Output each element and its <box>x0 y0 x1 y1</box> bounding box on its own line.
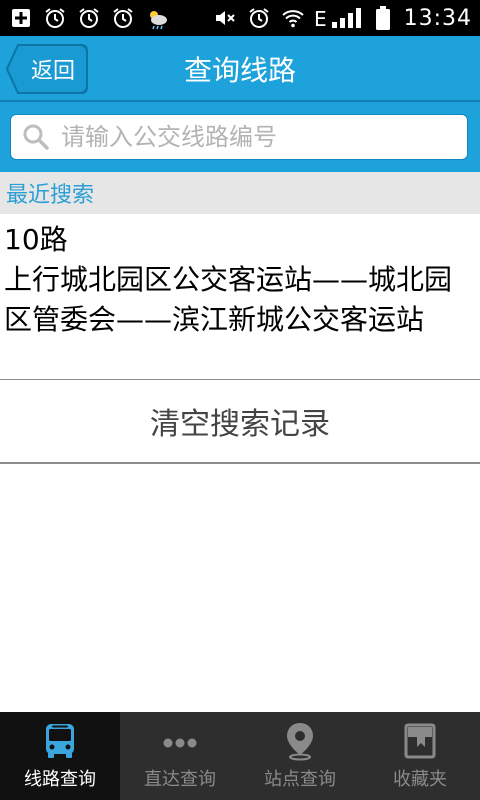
network-type-label: E <box>314 7 327 30</box>
search-input[interactable] <box>59 122 443 152</box>
tab-station-query[interactable]: 站点查询 <box>240 712 360 800</box>
tab-label: 线路查询 <box>24 769 96 790</box>
route-name: 10路 <box>4 223 68 256</box>
back-button-label: 返回 <box>30 59 75 84</box>
signal-icon: E <box>314 5 366 31</box>
back-button[interactable]: 返回 <box>6 44 88 94</box>
location-pin-icon <box>287 723 313 761</box>
clear-history-label: 清空搜索记录 <box>150 407 330 442</box>
tab-label: 直达查询 <box>144 769 216 790</box>
status-bar-right: E 13:34 <box>212 5 472 31</box>
dots-icon <box>163 738 197 748</box>
tab-favorites[interactable]: 收藏夹 <box>360 712 480 800</box>
recent-searches-title: 最近搜索 <box>6 183 95 208</box>
search-icon <box>23 124 49 150</box>
route-description: 上行城北园区公交客运站——城北园区管委会——滨江新城公交客运站 <box>4 263 453 336</box>
tab-direct-query[interactable]: 直达查询 <box>120 712 240 800</box>
tab-label: 站点查询 <box>264 769 336 790</box>
battery-icon <box>374 5 392 31</box>
bottom-nav: 线路查询 直达查询 站点查询 收藏夹 <box>0 712 480 800</box>
alarm-icon <box>110 5 136 31</box>
alarm-icon <box>76 5 102 31</box>
bus-icon <box>46 724 74 758</box>
clock-time: 13:34 <box>403 5 472 31</box>
recent-searches-header: 最近搜索 <box>0 172 480 214</box>
list-item[interactable]: 10路 上行城北园区公交客运站——城北园区管委会——滨江新城公交客运站 <box>0 214 480 380</box>
bookmark-icon <box>404 723 436 759</box>
plus-icon <box>8 5 34 31</box>
mute-icon <box>212 5 238 31</box>
tab-label: 收藏夹 <box>393 769 447 790</box>
wifi-icon <box>280 5 306 31</box>
tab-route-query[interactable]: 线路查询 <box>0 712 120 800</box>
weather-icon <box>144 5 170 31</box>
status-bar-left <box>8 5 170 31</box>
status-bar: E 13:34 <box>0 0 480 36</box>
clear-history-button[interactable]: 清空搜索记录 <box>0 380 480 464</box>
app-header: 返回 查询线路 <box>0 36 480 102</box>
search-bar-area <box>0 102 480 172</box>
search-box[interactable] <box>10 114 468 160</box>
alarm-icon <box>246 5 272 31</box>
alarm-icon <box>42 5 68 31</box>
